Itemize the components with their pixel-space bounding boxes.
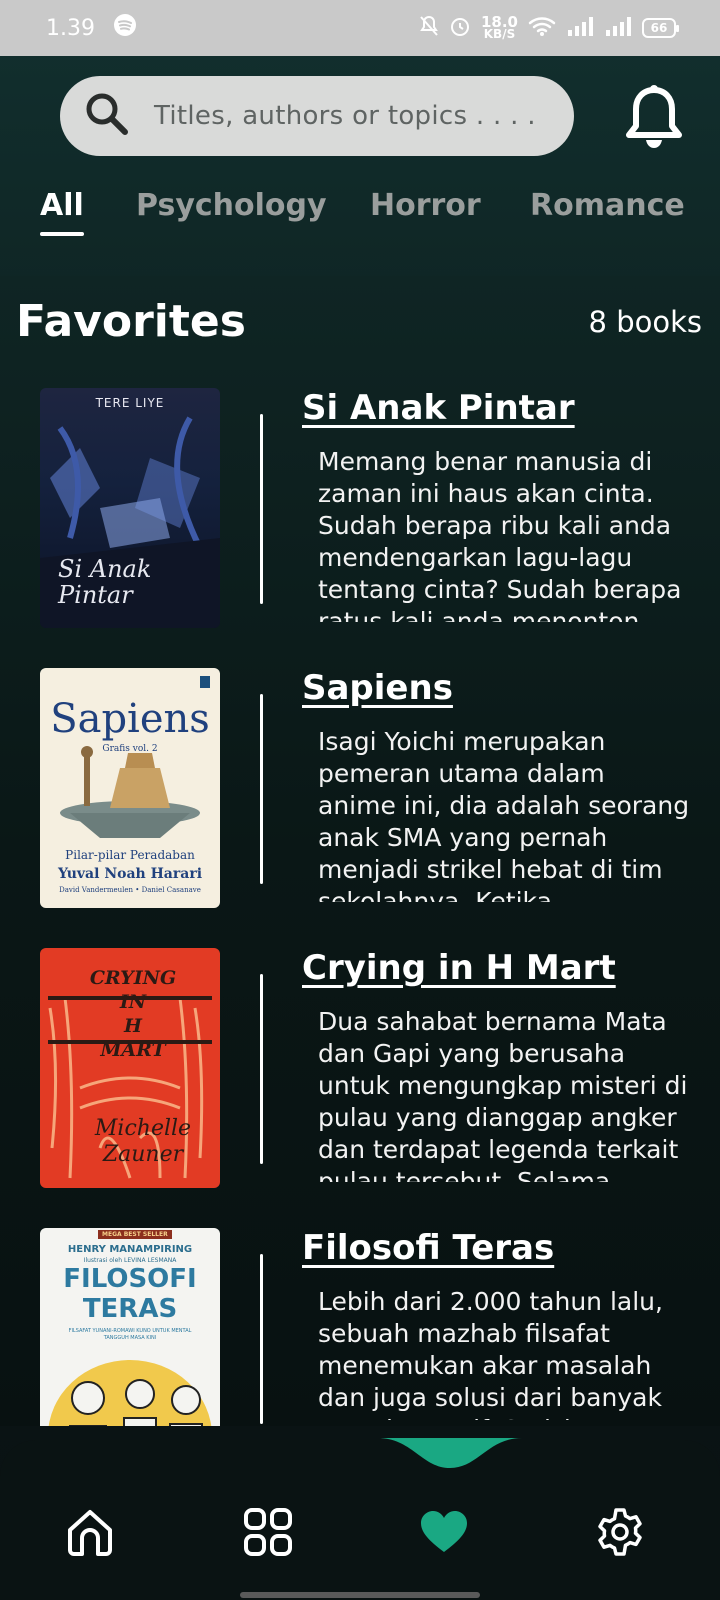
page-title: Favorites [16, 296, 246, 347]
book-description: Lebih dari 2.000 tahun lalu, sebuah mazh… [318, 1287, 663, 1420]
book-item[interactable]: MEGA BEST SELLER HENRY MANAMPIRING Ilust… [0, 1228, 720, 1468]
cover-credits: David Vandermeulen • Daniel Casanave [59, 886, 201, 894]
grid-icon[interactable] [242, 1506, 294, 1558]
cover-author: Michelle Zauner [88, 1116, 198, 1168]
search-input[interactable]: Titles, authors or topics . . . . [154, 101, 536, 131]
tab-psychology[interactable]: Psychology [136, 188, 327, 223]
book-title[interactable]: Sapiens [302, 668, 453, 708]
divider [260, 414, 263, 604]
cover-title-line: MART [100, 1039, 166, 1061]
book-cover[interactable]: MEGA BEST SELLER HENRY MANAMPIRING Ilust… [40, 1228, 220, 1426]
status-left: 1.39 [46, 13, 137, 43]
status-bar: 1.39 18.0 KB/S 66 [0, 0, 720, 56]
book-cover[interactable]: TERE LIYE Si Anak Pintar [40, 388, 220, 628]
mute-bell-icon [419, 15, 439, 41]
notification-bell-icon[interactable] [624, 84, 684, 152]
gesture-bar[interactable] [240, 1592, 480, 1598]
book-item[interactable]: TERE LIYE Si Anak Pintar Si Anak Pintar … [0, 388, 720, 628]
book-cover[interactable]: Sapiens Grafis vol. 2 Pilar-pilar Perada… [40, 668, 220, 908]
cover-title-line: FILOSOFI [63, 1264, 197, 1294]
alarm-icon [449, 15, 471, 41]
net-speed: 18.0 KB/S [481, 15, 518, 41]
cover-tagline: Pilar-pilar Peradaban [65, 848, 195, 862]
battery-level: 66 [650, 21, 668, 35]
battery-icon: 66 [642, 18, 679, 38]
book-title[interactable]: Si Anak Pintar [302, 388, 575, 428]
heart-icon[interactable] [418, 1506, 470, 1558]
divider [260, 1254, 263, 1424]
home-icon[interactable] [64, 1506, 116, 1558]
tab-all[interactable]: All [40, 188, 84, 236]
cover-author: HENRY MANAMPIRING [67, 1244, 193, 1255]
cover-title-line: CRYING [89, 967, 177, 989]
signal-icon [566, 16, 594, 40]
cover-author-line: Zauner [102, 1142, 184, 1167]
spotify-icon [113, 13, 137, 43]
cover-author: TERE LIYE [95, 396, 165, 410]
cover-title: Si Anak Pintar [58, 555, 152, 609]
cover-tagline: FILSAFAT YUNANI-ROMAWI KUNO UNTUK MENTAL… [68, 1328, 192, 1341]
book-description: Memang benar manusia di zaman ini haus a… [318, 447, 682, 622]
cover-title: Sapiens [50, 696, 210, 742]
signal-icon-2 [604, 16, 632, 40]
status-time: 1.39 [46, 15, 95, 41]
cover-badge: MEGA BEST SELLER [98, 1230, 172, 1239]
book-description: Isagi Yoichi merupakan pemeran utama dal… [318, 727, 690, 902]
divider [260, 974, 263, 1164]
divider [260, 694, 263, 884]
cover-subtitle: Grafis vol. 2 [102, 744, 158, 754]
cover-author: Yuval Noah Harari [57, 866, 203, 882]
status-right: 18.0 KB/S 66 [419, 15, 679, 41]
active-indicator [378, 1438, 522, 1472]
category-tabs: All Psychology Horror Romance [40, 188, 700, 248]
book-title[interactable]: Filosofi Teras [302, 1228, 554, 1268]
tab-horror[interactable]: Horror [370, 188, 481, 223]
wifi-icon [528, 15, 556, 41]
book-description: Dua sahabat bernama Mata dan Gapi yang b… [318, 1007, 688, 1182]
book-count: 8 books [588, 305, 702, 339]
search-bar[interactable]: Titles, authors or topics . . . . [60, 76, 574, 156]
book-title[interactable]: Crying in H Mart [302, 948, 616, 988]
cover-author-line: Michelle [94, 1116, 192, 1141]
cover-title-line: IN [119, 991, 147, 1013]
cover-title: FILOSOFI TERAS [40, 1264, 220, 1324]
cover-title-line: TERAS [82, 1294, 178, 1324]
cover-title: CRYING IN H MART [78, 966, 188, 1062]
book-cover[interactable]: CRYING IN H MART Michelle Zauner [40, 948, 220, 1188]
cover-illustrator: Ilustrasi oleh LEVINA LESMANA [83, 1257, 177, 1264]
book-item[interactable]: Sapiens Grafis vol. 2 Pilar-pilar Perada… [0, 668, 720, 908]
cover-title-line: H [124, 1015, 142, 1037]
tab-romance[interactable]: Romance [530, 188, 685, 223]
gear-icon[interactable] [594, 1506, 646, 1558]
net-speed-unit: KB/S [483, 27, 516, 41]
book-item[interactable]: CRYING IN H MART Michelle Zauner Crying … [0, 948, 720, 1188]
search-icon [84, 91, 130, 141]
